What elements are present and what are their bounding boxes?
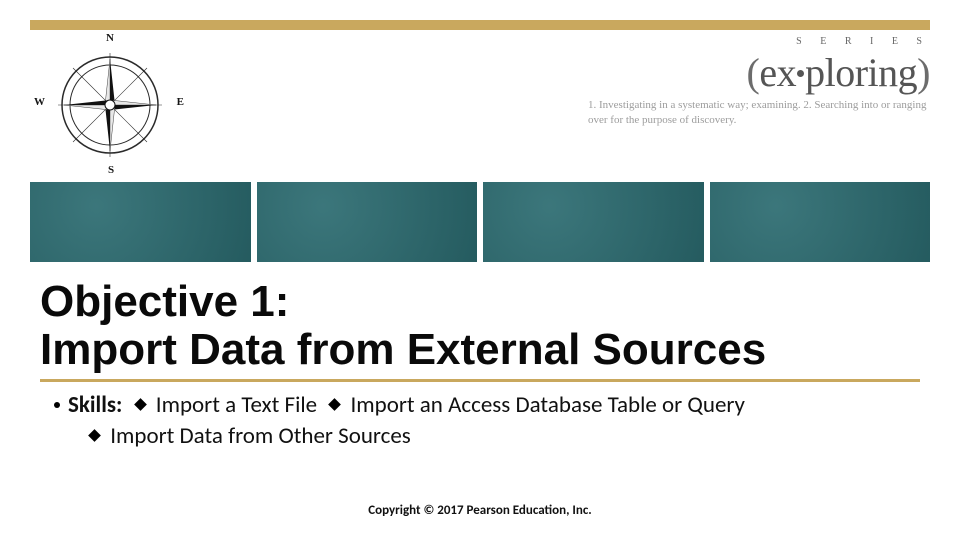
- skill-item: Import Data from Other Sources: [105, 422, 411, 450]
- slide-header: N S W E S E R I E S (exploring) 1. Inves…: [30, 30, 930, 180]
- compass-s-label: S: [108, 164, 114, 176]
- diamond-icon: [88, 429, 101, 442]
- logo-ploring: ploring: [805, 50, 917, 95]
- bullet-icon: [54, 402, 60, 408]
- series-label: S E R I E S: [570, 36, 930, 47]
- brand-block: S E R I E S (exploring) 1. Investigating…: [570, 30, 930, 128]
- teal-tile: [710, 182, 931, 262]
- logo-dot-icon: [797, 70, 804, 77]
- compass-w-label: W: [34, 96, 45, 108]
- teal-tile: [30, 182, 251, 262]
- brand-definition: 1. Investigating in a systematic way; ex…: [570, 98, 930, 128]
- accent-bar-top: [30, 20, 930, 30]
- exploring-logo: (exploring): [570, 49, 930, 96]
- compass-icon: N S W E: [30, 30, 190, 180]
- skill-item: Import an Access Database Table or Query: [345, 391, 745, 419]
- copyright-footer: Copyright © 2017 Pearson Education, Inc.: [0, 503, 960, 518]
- diamond-icon: [134, 398, 147, 411]
- skill-item: Import a Text File: [151, 391, 323, 419]
- slide-content: Objective 1: Import Data from External S…: [40, 278, 920, 452]
- logo-ex: ex: [759, 50, 796, 95]
- accent-bar-title: [40, 379, 920, 382]
- teal-band: [30, 182, 930, 262]
- logo-open-paren: (: [747, 50, 760, 95]
- compass-n-label: N: [106, 32, 114, 44]
- diamond-icon: [328, 398, 341, 411]
- title-line-2: Import Data from External Sources: [40, 325, 766, 374]
- teal-tile: [483, 182, 704, 262]
- compass-e-label: E: [177, 96, 184, 108]
- title-line-1: Objective 1:: [40, 277, 289, 326]
- slide-title: Objective 1: Import Data from External S…: [40, 278, 920, 373]
- skills-block: Skills: Import a Text File Import an Acc…: [40, 390, 920, 452]
- skills-label: Skills:: [68, 391, 122, 419]
- teal-tile: [257, 182, 478, 262]
- logo-close-paren: ): [917, 50, 930, 95]
